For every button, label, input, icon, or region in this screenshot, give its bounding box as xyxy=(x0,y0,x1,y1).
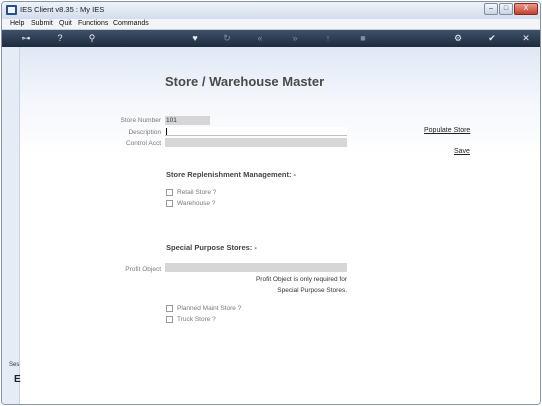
description-label: Description xyxy=(128,129,161,136)
key-icon[interactable]: ⊶ xyxy=(16,32,36,45)
retail-store-label: Retail Store ? xyxy=(177,189,217,196)
control-acct-field[interactable] xyxy=(165,138,347,147)
settings-icon[interactable]: ⚙ xyxy=(451,32,465,45)
planned-maint-store-label: Planned Maint Store ? xyxy=(177,305,242,312)
maximize-button[interactable]: □ xyxy=(499,3,513,15)
control-acct-label: Control Acct xyxy=(125,140,161,147)
warehouse-checkbox[interactable] xyxy=(166,200,173,207)
title-bar[interactable]: IES Client v8.35 : My IES – □ X xyxy=(2,2,540,19)
toolbar: ⊶ ? ⚲ ♥ ↻ « » ↑ ■ ⚙ ✔ ✕ xyxy=(2,30,540,47)
form-area xyxy=(2,47,540,404)
warehouse-label: Warehouse ? xyxy=(177,200,216,207)
replenishment-heading: Store Replenishment Management: - xyxy=(166,170,297,179)
sidebar-label: Ses xyxy=(9,362,20,368)
menu-submit[interactable]: Submit xyxy=(31,20,53,27)
profit-object-note-line2: Special Purpose Stores. xyxy=(277,287,347,294)
menu-help[interactable]: Help xyxy=(10,20,24,27)
upload-icon[interactable]: ↑ xyxy=(321,32,335,45)
menu-quit[interactable]: Quit xyxy=(59,20,72,27)
text-cursor xyxy=(166,127,167,135)
truck-store-checkbox[interactable] xyxy=(166,316,173,323)
save-link[interactable]: Save xyxy=(454,148,470,155)
menu-commands[interactable]: Commands xyxy=(113,20,149,27)
description-field[interactable] xyxy=(165,127,347,136)
sidebar-letter: E xyxy=(14,374,21,385)
refresh-icon[interactable]: ↻ xyxy=(220,32,234,45)
heart-icon[interactable]: ♥ xyxy=(188,32,202,45)
close-window-button[interactable]: X xyxy=(514,3,538,15)
populate-store-link[interactable]: Populate Store xyxy=(424,127,470,134)
profit-object-label: Profit Object xyxy=(125,266,161,273)
left-sidebar xyxy=(2,47,20,404)
ok-icon[interactable]: ✔ xyxy=(485,32,499,45)
close-icon[interactable]: ✕ xyxy=(519,32,533,45)
profit-object-note-line1: Profit Object is only required for xyxy=(255,276,347,283)
rewind-icon[interactable]: « xyxy=(253,32,267,45)
special-purpose-heading: Special Purpose Stores: - xyxy=(166,243,257,252)
profit-object-field[interactable] xyxy=(165,263,347,272)
app-window: IES Client v8.35 : My IES – □ X Help Sub… xyxy=(1,1,541,405)
retail-store-checkbox[interactable] xyxy=(166,189,173,196)
stop-icon[interactable]: ■ xyxy=(356,32,370,45)
truck-store-label: Truck Store ? xyxy=(177,316,216,323)
minimize-button[interactable]: – xyxy=(484,3,498,15)
app-icon xyxy=(6,5,17,15)
store-number-field[interactable]: 101 xyxy=(165,116,210,125)
planned-maint-store-checkbox[interactable] xyxy=(166,305,173,312)
search-icon[interactable]: ⚲ xyxy=(85,32,99,45)
menu-bar: Help Submit Quit Functions Commands xyxy=(2,19,540,30)
forward-icon[interactable]: » xyxy=(288,32,302,45)
menu-functions[interactable]: Functions xyxy=(78,20,108,27)
page-title: Store / Warehouse Master xyxy=(165,74,325,89)
help-icon[interactable]: ? xyxy=(53,32,67,45)
window-title: IES Client v8.35 : My IES xyxy=(20,5,105,14)
store-number-label: Store Number xyxy=(120,117,161,124)
